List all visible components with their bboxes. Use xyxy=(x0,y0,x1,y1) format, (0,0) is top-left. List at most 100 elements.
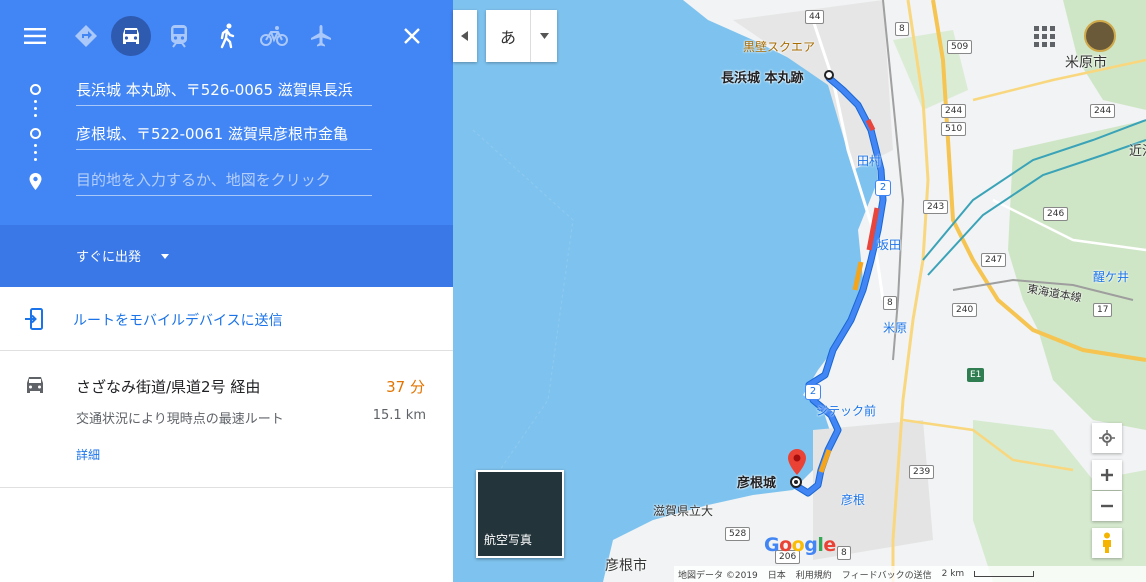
directions-header: 長浜城 本丸跡、〒526-0065 滋賀県長浜 彦根城、〒522-0061 滋賀… xyxy=(0,0,453,225)
highway-shield: 239 xyxy=(909,465,935,479)
city-label-maibara: 米原市 xyxy=(1065,55,1107,71)
route-via-label: さざなみ街道/県道2号 経由 xyxy=(76,378,261,396)
apps-grid-icon[interactable] xyxy=(1032,24,1056,48)
route-badge: 2 xyxy=(805,384,821,400)
input-tools-button[interactable]: あ xyxy=(486,10,557,62)
caret-down-icon xyxy=(539,33,549,39)
destination-map-pin-icon[interactable] xyxy=(786,448,808,478)
minus-icon xyxy=(1101,504,1113,508)
origin-input[interactable]: 長浜城 本丸跡、〒526-0065 滋賀県長浜 xyxy=(76,74,372,106)
station-label-sakata[interactable]: 坂田 xyxy=(877,236,901,253)
airplane-icon xyxy=(311,25,331,47)
dropdown-caret-icon[interactable] xyxy=(161,254,169,259)
city-label-hikone: 彦根市 xyxy=(605,558,647,574)
depart-options xyxy=(0,225,453,287)
street-view-pegman[interactable] xyxy=(1092,528,1122,558)
connector-dot xyxy=(34,114,37,117)
cycling-mode-button[interactable] xyxy=(254,16,294,56)
highway-shield: 247 xyxy=(981,253,1007,267)
car-icon xyxy=(27,377,43,393)
town-label-ohmi: 近江 xyxy=(1129,144,1146,159)
region-link[interactable]: 日本 xyxy=(768,568,786,581)
destination-map-label[interactable]: 彦根城 xyxy=(737,472,776,491)
highway-shield: 44 xyxy=(805,10,825,24)
walking-mode-button[interactable] xyxy=(207,16,247,56)
input-tools-label[interactable]: あ xyxy=(486,24,530,48)
train-icon xyxy=(171,25,187,48)
station-label-tamura[interactable]: 田村 xyxy=(857,152,881,169)
highway-shield: 17 xyxy=(1093,303,1113,317)
route-duration: 37 分 xyxy=(386,378,425,396)
menu-icon[interactable] xyxy=(22,24,48,48)
waypoint-marker-icon xyxy=(30,128,41,139)
zoom-in-button[interactable] xyxy=(1092,460,1122,490)
connector-dot xyxy=(34,100,37,103)
send-to-phone-icon xyxy=(25,308,43,330)
driving-mode-button[interactable] xyxy=(111,16,151,56)
connector-dot xyxy=(34,151,37,154)
walking-icon xyxy=(220,23,235,49)
origin-map-marker-icon xyxy=(824,70,834,80)
directions-panel: 長浜城 本丸跡、〒526-0065 滋賀県長浜 彦根城、〒522-0061 滋賀… xyxy=(0,0,453,582)
origin-map-label[interactable]: 長浜城 本丸跡 xyxy=(721,67,804,86)
directions-diamond-icon xyxy=(75,25,97,47)
zoom-out-button[interactable] xyxy=(1092,491,1122,521)
connector-dot xyxy=(34,107,37,110)
route-distance: 15.1 km xyxy=(372,408,426,423)
connector-dot xyxy=(34,144,37,147)
connector-dot xyxy=(34,158,37,161)
highway-shield: 243 xyxy=(923,200,949,214)
terms-link[interactable]: 利用規約 xyxy=(796,568,832,581)
transit-mode-button[interactable] xyxy=(159,16,199,56)
scale-label[interactable]: 2 km xyxy=(942,569,965,579)
add-destination-input[interactable]: 目的地を入力するか、地図をクリック xyxy=(76,164,372,196)
input-tools-dropdown[interactable] xyxy=(530,10,557,62)
highway-shield: 246 xyxy=(1043,207,1069,221)
station-label-jitech[interactable]: ジテック前 xyxy=(816,402,876,419)
satellite-toggle[interactable]: 航空写真 xyxy=(476,470,564,558)
flights-mode-button[interactable] xyxy=(301,16,341,56)
destination-pin-icon xyxy=(29,173,42,190)
route-option-card[interactable]: さざなみ街道/県道2号 経由 37 分 交通状況により現時点の最速ルート 15.… xyxy=(0,351,453,488)
route-details-link[interactable]: 詳細 xyxy=(76,446,100,463)
destination-map-marker-icon xyxy=(790,476,802,488)
poi-label-university[interactable]: 滋賀県立大 xyxy=(653,502,713,519)
my-location-button[interactable] xyxy=(1092,423,1122,453)
station-label-maibara[interactable]: 米原 xyxy=(883,319,907,336)
car-icon xyxy=(123,28,139,44)
send-to-device-row[interactable]: ルートをモバイルデバイスに送信 xyxy=(0,287,453,351)
map-data-attribution: 地図データ ©2019 xyxy=(678,570,758,581)
station-label-samegai[interactable]: 醒ケ井 xyxy=(1093,268,1129,285)
highway-shield: 510 xyxy=(941,122,967,136)
chevron-left-icon xyxy=(461,31,468,41)
route-traffic-note: 交通状況により現時点の最速ルート xyxy=(76,412,284,427)
plus-icon xyxy=(1101,469,1113,481)
scale-bar xyxy=(974,571,1035,577)
send-to-device-label[interactable]: ルートをモバイルデバイスに送信 xyxy=(73,310,283,330)
station-label-hikone[interactable]: 彦根 xyxy=(841,491,865,508)
highway-shield: 244 xyxy=(941,104,967,118)
account-avatar[interactable] xyxy=(1084,20,1116,52)
google-logo: Google xyxy=(764,534,836,556)
locate-icon xyxy=(1099,430,1115,446)
close-icon[interactable] xyxy=(400,24,424,48)
feedback-link[interactable]: フィードバックの送信 xyxy=(842,568,932,581)
depart-time-dropdown[interactable]: すぐに出発 xyxy=(76,246,141,265)
origin-marker-icon xyxy=(30,84,41,95)
highway-shield: 240 xyxy=(952,303,978,317)
destination-input[interactable]: 彦根城、〒522-0061 滋賀県彦根市金亀 xyxy=(76,118,372,150)
map-footer: 地図データ ©2019 日本 利用規約 フィードバックの送信 2 km xyxy=(674,566,1146,582)
satellite-toggle-label[interactable]: 航空写真 xyxy=(484,531,532,548)
best-mode-button[interactable] xyxy=(66,16,106,56)
highway-shield: 244 xyxy=(1090,104,1116,118)
expressway-shield: E1 xyxy=(967,368,985,382)
highway-shield: 509 xyxy=(947,40,973,54)
route-badge: 2 xyxy=(875,180,891,196)
collapse-panel-button[interactable] xyxy=(453,10,477,62)
poi-label-kurokabe[interactable]: 黒壁スクエア xyxy=(743,38,815,55)
highway-shield: 8 xyxy=(837,546,851,560)
highway-shield: 8 xyxy=(895,22,909,36)
pegman-icon xyxy=(1103,532,1111,553)
bicycle-icon xyxy=(260,26,288,46)
highway-shield: 8 xyxy=(883,296,897,310)
